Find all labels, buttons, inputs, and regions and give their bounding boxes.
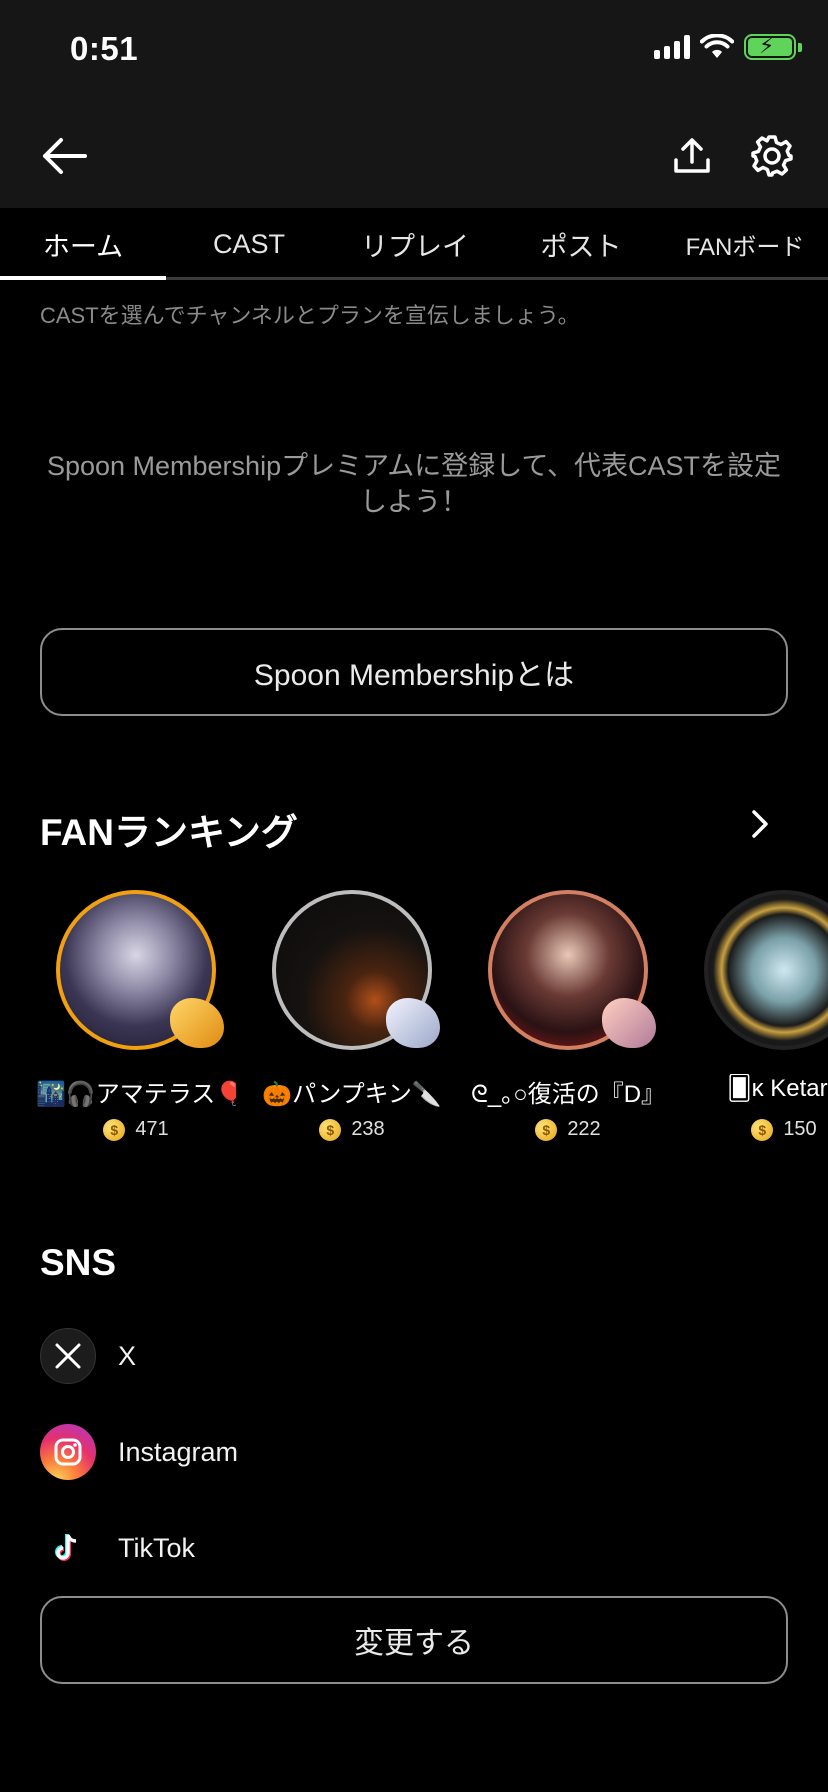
sns-title: SNS: [40, 1242, 117, 1283]
fan-name: 🎃パンプキン🔪: [262, 1081, 442, 1108]
tab-fanboard[interactable]: FANボード: [662, 208, 828, 280]
share-upload-icon: [674, 138, 710, 173]
coin-icon: $: [751, 1118, 774, 1141]
fan-avatar-wrapper: [704, 890, 828, 1050]
fan-coin-count: $ 150: [684, 1118, 828, 1141]
share-button[interactable]: [664, 128, 720, 184]
promo-line-2: しよう！: [360, 487, 468, 517]
fan-ranking-title: FANランキング: [40, 812, 298, 853]
change-sns-button[interactable]: 変更する: [40, 1596, 788, 1684]
wifi-icon: [700, 34, 734, 58]
tab-home[interactable]: ホーム: [0, 208, 166, 280]
fan-coin-count: $ 222: [468, 1118, 668, 1141]
fan-avatar-wrapper: [272, 890, 440, 1050]
tab-cast[interactable]: CAST: [166, 208, 332, 280]
bronze-wing-badge-icon: [602, 998, 656, 1048]
instagram-logo-icon: [40, 1424, 96, 1480]
coin-icon: $: [535, 1118, 558, 1141]
silver-wing-badge-icon: [386, 998, 440, 1048]
status-bar: 0:51 ⚡: [0, 0, 828, 100]
avatar: [704, 890, 828, 1050]
fan-name: 🌃🎧アマテラス🎈: [36, 1081, 236, 1108]
cast-hint-text: CASTを選んでチャンネルとプランを宣伝しましょう。: [40, 303, 580, 328]
status-time: 0:51: [70, 30, 139, 67]
top-nav-bar: [0, 100, 828, 208]
tab-replay[interactable]: リプレイ: [332, 208, 498, 280]
chevron-right-icon[interactable]: [746, 806, 774, 842]
sns-item-x[interactable]: X: [40, 1326, 136, 1386]
battery-icon: ⚡: [744, 33, 802, 60]
fan-avatar-wrapper: [56, 890, 224, 1050]
cellular-signal-icon: [654, 35, 690, 59]
tab-post[interactable]: ポスト: [498, 208, 664, 280]
active-tab-indicator: [0, 276, 166, 280]
sns-item-tiktok[interactable]: TikTok: [40, 1518, 195, 1578]
sns-label: Instagram: [118, 1436, 239, 1467]
sns-label: TikTok: [118, 1532, 196, 1563]
status-icons: ⚡: [654, 33, 802, 60]
fan-ranking-list: 🌃🎧アマテラス🎈 $ 471 🎃パンプキン🔪 $ 238 ᘓ_｡○復活の『D』 …: [0, 890, 828, 1150]
gold-wing-badge-icon: [170, 998, 224, 1048]
fan-coin-count: $ 238: [252, 1118, 452, 1141]
coin-value: 471: [135, 1118, 169, 1140]
coin-value: 238: [351, 1118, 385, 1140]
membership-promo-text: Spoon Membershipプレミアムに登録して、代表CASTを設定 しよう…: [40, 448, 788, 520]
sns-label: X: [118, 1340, 137, 1371]
profile-tabs: ホーム CAST リプレイ ポスト FANボード: [0, 208, 828, 280]
gear-icon: [751, 135, 793, 177]
fan-coin-count: $ 471: [36, 1118, 236, 1141]
coin-icon: $: [103, 1118, 126, 1141]
back-button[interactable]: [36, 128, 92, 184]
back-arrow-icon: [43, 138, 87, 174]
coin-value: 222: [567, 1118, 601, 1140]
tiktok-logo-icon: [40, 1520, 96, 1576]
fan-name: 🂠κ Ketaro: [727, 1075, 828, 1102]
fan-avatar-wrapper: [488, 890, 656, 1050]
membership-info-button[interactable]: Spoon Membershipとは: [40, 628, 788, 716]
settings-button[interactable]: [744, 128, 800, 184]
fan-name: ᘓ_｡○復活の『D』: [470, 1081, 666, 1108]
coin-value: 150: [783, 1118, 817, 1140]
sns-item-instagram[interactable]: Instagram: [40, 1422, 238, 1482]
x-logo-icon: [40, 1328, 96, 1384]
coin-icon: $: [319, 1118, 342, 1141]
promo-line-1: Spoon Membershipプレミアムに登録して、代表CASTを設定: [46, 451, 782, 481]
